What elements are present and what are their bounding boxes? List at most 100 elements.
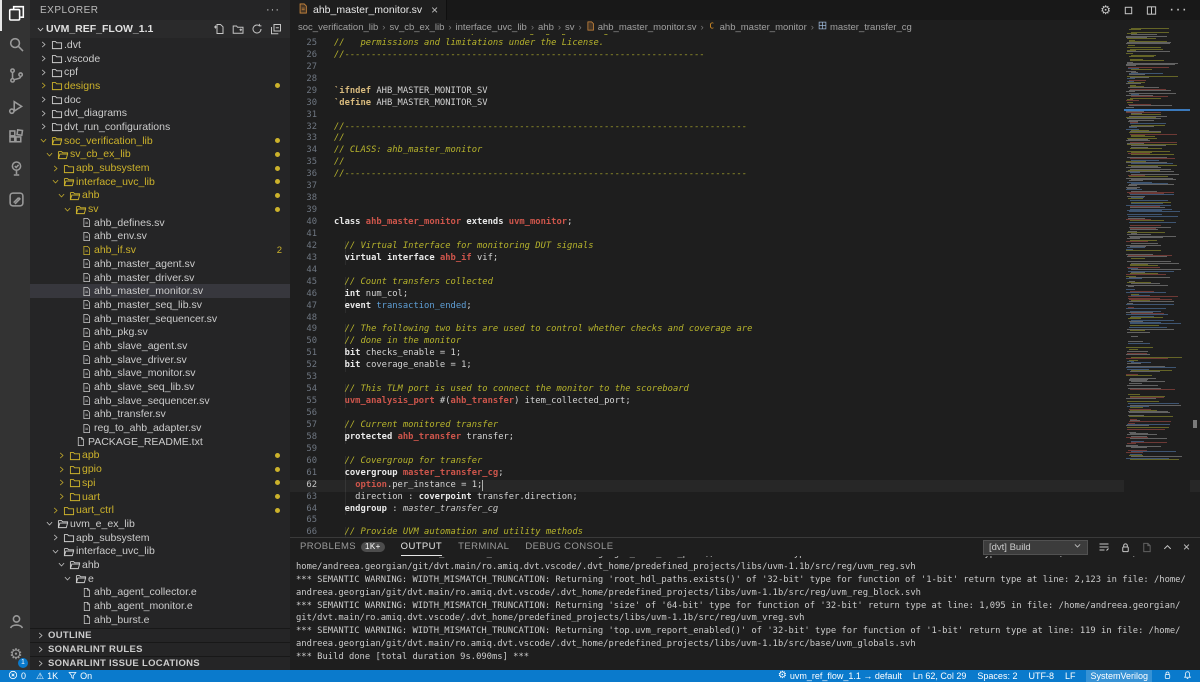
collapse-all-icon[interactable] — [270, 23, 282, 35]
line-number[interactable]: 59 — [290, 444, 334, 456]
tree-item-ahb-slave-driver-sv[interactable]: ahb_slave_driver.sv — [30, 353, 290, 367]
line-number[interactable]: 25 — [290, 38, 334, 50]
split-editor-icon[interactable] — [1146, 5, 1157, 16]
breadcrumb-item-ahb-master-monitor[interactable]: Cahb_master_monitor — [708, 21, 807, 34]
line-number[interactable]: 41 — [290, 229, 334, 241]
line-number[interactable]: 36 — [290, 169, 334, 181]
account-button[interactable] — [0, 608, 30, 639]
line-number[interactable]: 42 — [290, 241, 334, 253]
new-folder-icon[interactable] — [232, 23, 244, 35]
tree-item-uart[interactable]: uart — [30, 490, 290, 504]
status-item-bell-icon[interactable] — [1183, 670, 1192, 682]
tree-item-ahb[interactable]: ahb — [30, 558, 290, 572]
tree-item--dvt[interactable]: .dvt — [30, 38, 290, 52]
breadcrumb-item-ahb[interactable]: ahb — [538, 22, 554, 33]
maximize-panel-icon[interactable] — [1162, 542, 1173, 553]
panel-tab-output[interactable]: OUTPUT — [401, 538, 442, 556]
output-log[interactable]: *** SEMANTIC WARNING: WIDTH_MISMATCH_TRU… — [296, 556, 1196, 671]
tree-item-dvt-run-configurations[interactable]: dvt_run_configurations — [30, 120, 290, 134]
tree-item-ahb-slave-seq-lib-sv[interactable]: ahb_slave_seq_lib.sv — [30, 380, 290, 394]
tree-item-reg-to-ahb-adapter-sv[interactable]: reg_to_ahb_adapter.sv — [30, 421, 290, 435]
sidebar-item-sonarlint[interactable] — [0, 186, 30, 217]
tree-item-ahb-master-agent-sv[interactable]: ahb_master_agent.sv — [30, 257, 290, 271]
line-number[interactable]: 26 — [290, 50, 334, 62]
breadcrumb-item-master-transfer-cg[interactable]: master_transfer_cg — [818, 21, 912, 33]
tree-item-ahb[interactable]: ahb — [30, 189, 290, 203]
tree-item-ahb-burst-e[interactable]: ahb_burst.e — [30, 613, 290, 627]
status-item-lock-icon[interactable] — [1163, 670, 1172, 682]
square-icon[interactable] — [1123, 5, 1134, 16]
line-number[interactable]: 28 — [290, 74, 334, 86]
tree-item-sv[interactable]: sv — [30, 202, 290, 216]
sidebar-panel-outline[interactable]: OUTLINE — [30, 628, 290, 642]
line-number[interactable]: 30 — [290, 98, 334, 110]
sidebar-panel-sonarlint-rules[interactable]: SONARLINT RULES — [30, 642, 290, 656]
tree-item-ahb-master-driver-sv[interactable]: ahb_master_driver.sv — [30, 271, 290, 285]
tree-item-package-readme-txt[interactable]: PACKAGE_README.txt — [30, 435, 290, 449]
panel-tab-debug-console[interactable]: DEBUG CONSOLE — [525, 538, 613, 556]
code-editor[interactable]: 24// the License for the specific langua… — [290, 34, 1200, 537]
breadcrumb-item-interface-uvc-lib[interactable]: interface_uvc_lib — [456, 22, 527, 33]
line-number[interactable]: 62 — [290, 480, 334, 492]
editor-scrollbar[interactable] — [1190, 20, 1200, 537]
close-panel-icon[interactable]: × — [1183, 541, 1190, 553]
line-number[interactable]: 38 — [290, 193, 334, 205]
line-number[interactable]: 66 — [290, 527, 334, 537]
line-number[interactable]: 49 — [290, 324, 334, 336]
sidebar-item-source-control[interactable] — [0, 62, 30, 93]
line-number[interactable]: 52 — [290, 360, 334, 372]
status-item-utf-8[interactable]: UTF-8 — [1028, 671, 1054, 681]
line-number[interactable]: 40 — [290, 217, 334, 229]
status-item-1k[interactable]: ⚠1K — [36, 671, 58, 681]
tree-item-interface-uvc-lib[interactable]: interface_uvc_lib — [30, 175, 290, 189]
status-item-ln-62-col-29[interactable]: Ln 62, Col 29 — [913, 671, 967, 681]
breadcrumb-item-sv-cb-ex-lib[interactable]: sv_cb_ex_lib — [389, 22, 444, 33]
line-number[interactable]: 57 — [290, 420, 334, 432]
refresh-icon[interactable] — [251, 23, 263, 35]
tree-item-ahb-master-sequencer-sv[interactable]: ahb_master_sequencer.sv — [30, 312, 290, 326]
tree-item-ahb-pkg-sv[interactable]: ahb_pkg.sv — [30, 325, 290, 339]
run-config-gear-icon[interactable]: ⚙ — [1100, 4, 1111, 16]
panel-tab-terminal[interactable]: TERMINAL — [458, 538, 509, 556]
tree-item-ahb-slave-sequencer-sv[interactable]: ahb_slave_sequencer.sv — [30, 394, 290, 408]
status-item-0[interactable]: 0 — [8, 670, 26, 682]
line-number[interactable]: 33 — [290, 133, 334, 145]
lock-icon[interactable] — [1120, 542, 1131, 553]
line-number[interactable]: 34 — [290, 145, 334, 157]
tree-item-sv-cb-ex-lib[interactable]: sv_cb_ex_lib — [30, 148, 290, 162]
sidebar-item-run-debug[interactable] — [0, 93, 30, 124]
tree-item-designs[interactable]: designs — [30, 79, 290, 93]
line-number[interactable]: 47 — [290, 301, 334, 313]
tree-item-ahb-slave-monitor-sv[interactable]: ahb_slave_monitor.sv — [30, 367, 290, 381]
breadcrumb-item-soc-verification-lib[interactable]: soc_verification_lib — [298, 22, 378, 33]
status-item-uvm-ref-flow-1-1-default[interactable]: ⚙uvm_ref_flow_1.1 → default — [778, 671, 902, 681]
tree-item-e[interactable]: e — [30, 572, 290, 586]
open-log-file-icon[interactable] — [1098, 541, 1110, 553]
tree-item-ahb-if-sv[interactable]: ahb_if.sv2 — [30, 243, 290, 257]
line-number[interactable]: 55 — [290, 396, 334, 408]
line-number[interactable]: 58 — [290, 432, 334, 444]
line-number[interactable]: 54 — [290, 384, 334, 396]
tree-item--vscode[interactable]: .vscode — [30, 52, 290, 66]
line-number[interactable]: 60 — [290, 456, 334, 468]
line-number[interactable]: 32 — [290, 122, 334, 134]
tree-item-ahb-defines-sv[interactable]: ahb_defines.sv — [30, 216, 290, 230]
sidebar-item-extensions[interactable] — [0, 124, 30, 155]
sidebar-panel-sonarlint-issue-locations[interactable]: SONARLINT ISSUE LOCATIONS — [30, 656, 290, 670]
panel-tab-problems[interactable]: PROBLEMS1K+ — [300, 538, 385, 556]
line-number[interactable]: 29 — [290, 86, 334, 98]
status-item-lf[interactable]: LF — [1065, 671, 1076, 681]
tree-item-dvt-diagrams[interactable]: dvt_diagrams — [30, 106, 290, 120]
tree-item-uvm-e-ex-lib[interactable]: uvm_e_ex_lib — [30, 517, 290, 531]
line-number[interactable]: 31 — [290, 110, 334, 122]
project-section-header[interactable]: UVM_REF_FLOW_1.1 — [30, 20, 290, 38]
tree-item-gpio[interactable]: gpio — [30, 462, 290, 476]
line-number[interactable]: 63 — [290, 492, 334, 504]
new-file-icon[interactable] — [213, 23, 225, 35]
tree-item-uart-ctrl[interactable]: uart_ctrl — [30, 503, 290, 517]
tree-item-ahb-agent-monitor-e[interactable]: ahb_agent_monitor.e — [30, 599, 290, 613]
tree-item-soc-verification-lib[interactable]: soc_verification_lib — [30, 134, 290, 148]
clear-output-icon[interactable] — [1141, 542, 1152, 553]
more-actions-icon[interactable]: ··· — [266, 4, 280, 16]
line-number[interactable]: 27 — [290, 62, 334, 74]
